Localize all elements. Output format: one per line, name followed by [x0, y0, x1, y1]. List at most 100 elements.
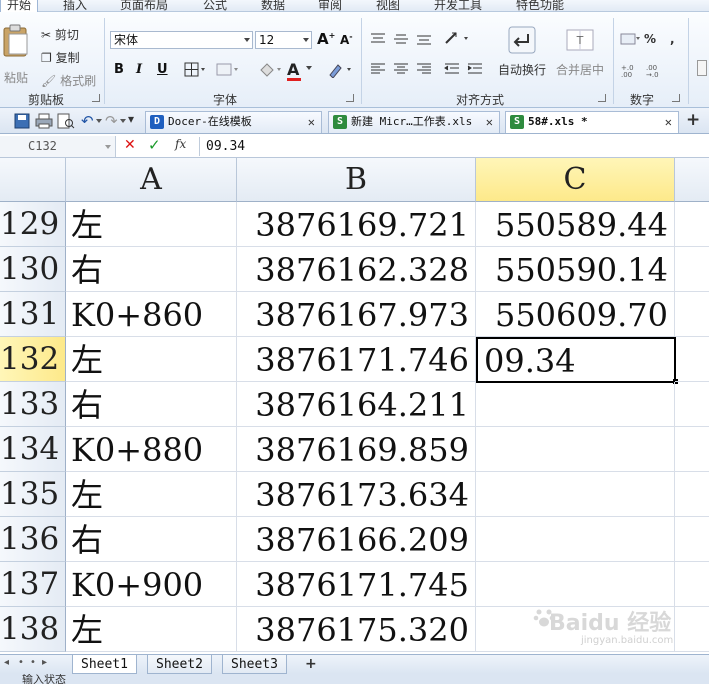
doc-tab-docer[interactable]: D Docer-在线模板 ✕ — [145, 111, 322, 133]
sheet-tab-2[interactable]: Sheet2 — [147, 655, 212, 674]
borders-button[interactable] — [184, 62, 206, 81]
align-middle-button[interactable] — [393, 32, 409, 49]
align-bottom-button[interactable] — [416, 32, 432, 49]
close-icon[interactable]: ✕ — [308, 112, 315, 132]
row-header[interactable]: 132 — [0, 337, 66, 382]
row-header[interactable]: 133 — [0, 382, 66, 427]
copy-button[interactable]: ❐ 复制 — [41, 49, 80, 66]
cell-a[interactable]: 左 — [66, 202, 237, 247]
cell-a[interactable]: 右 — [66, 247, 237, 292]
tab-developer[interactable]: 开发工具 — [434, 0, 482, 12]
new-tab-icon[interactable]: + — [686, 110, 700, 130]
column-header-b[interactable]: B — [237, 158, 476, 202]
cell-d[interactable] — [675, 292, 709, 337]
row-header[interactable]: 134 — [0, 427, 66, 472]
tab-formulas[interactable]: 公式 — [203, 0, 227, 12]
cell-c[interactable]: 550590.14 — [476, 247, 675, 292]
cell-d[interactable] — [675, 427, 709, 472]
percent-button[interactable]: % — [644, 32, 656, 46]
fill-color-button[interactable] — [257, 61, 283, 82]
name-box[interactable]: C132 — [0, 136, 116, 157]
cell-a[interactable]: 右 — [66, 517, 237, 562]
font-size-select[interactable]: 12 — [255, 31, 312, 49]
cell-c[interactable] — [476, 562, 675, 607]
align-left-button[interactable] — [370, 62, 386, 79]
customize-toolbar-icon[interactable]: ▾ — [128, 112, 134, 126]
sheet-tab-1[interactable]: Sheet1 — [72, 655, 137, 674]
currency-button[interactable] — [620, 32, 640, 49]
active-cell-c[interactable]: 09.34 — [476, 337, 676, 383]
special-font-button[interactable] — [327, 62, 355, 81]
cell-c[interactable] — [476, 472, 675, 517]
font-name-select[interactable]: 宋体 — [110, 31, 253, 49]
increase-indent-button[interactable] — [467, 62, 483, 79]
tab-page-layout[interactable]: 页面布局 — [120, 0, 168, 12]
cell-d[interactable] — [675, 472, 709, 517]
last-sheet-icon[interactable]: ▸ — [42, 657, 47, 668]
cell-d[interactable] — [675, 562, 709, 607]
cell-b[interactable]: 3876173.634 — [237, 472, 476, 517]
cell-b[interactable]: 3876166.209 — [237, 517, 476, 562]
increase-decimal-button[interactable]: +.0.00 — [620, 62, 640, 81]
column-header-c[interactable]: C — [476, 158, 675, 202]
cell-b[interactable]: 3876171.745 — [237, 562, 476, 607]
close-icon[interactable]: ✕ — [486, 112, 493, 132]
cell-b[interactable]: 3876167.973 — [237, 292, 476, 337]
align-right-button[interactable] — [416, 62, 432, 79]
redo-icon[interactable]: ↷ — [105, 112, 118, 130]
italic-button[interactable]: I — [136, 62, 142, 77]
sheet-tab-3[interactable]: Sheet3 — [222, 655, 287, 674]
cell-a[interactable]: 左 — [66, 337, 237, 382]
row-header[interactable]: 130 — [0, 247, 66, 292]
chevron-down-icon[interactable] — [120, 119, 126, 123]
cell-d[interactable] — [675, 382, 709, 427]
row-header[interactable]: 135 — [0, 472, 66, 517]
wrap-text-button[interactable]: 自动换行 — [496, 26, 548, 78]
ribbon-more-icon[interactable] — [697, 60, 707, 76]
cell-c[interactable]: 550609.70 — [476, 292, 675, 337]
cell-d[interactable] — [675, 517, 709, 562]
column-header-d[interactable] — [675, 158, 709, 202]
cell-a[interactable]: 左 — [66, 607, 237, 652]
cell-d[interactable] — [675, 337, 709, 382]
cell-b[interactable]: 3876164.211 — [237, 382, 476, 427]
print-icon[interactable] — [35, 113, 53, 132]
cell-a[interactable]: 右 — [66, 382, 237, 427]
merge-style-button[interactable] — [215, 62, 239, 81]
row-header[interactable]: 138 — [0, 607, 66, 652]
cancel-edit-icon[interactable]: ✕ — [124, 137, 136, 153]
row-header[interactable]: 136 — [0, 517, 66, 562]
cell-b[interactable]: 3876162.328 — [237, 247, 476, 292]
cell-c[interactable] — [476, 427, 675, 472]
cell-b[interactable]: 3876169.859 — [237, 427, 476, 472]
undo-icon[interactable]: ↶ — [81, 112, 94, 130]
cell-b[interactable]: 3876169.721 — [237, 202, 476, 247]
cut-button[interactable]: ✂ 剪切 — [41, 26, 79, 43]
row-header[interactable]: 129 — [0, 202, 66, 247]
tab-data[interactable]: 数据 — [261, 0, 285, 12]
underline-button[interactable]: U — [157, 62, 168, 77]
paste-button[interactable]: 粘贴 — [0, 24, 32, 86]
next-sheet-icon[interactable]: • — [30, 657, 36, 668]
cell-d[interactable] — [675, 202, 709, 247]
tab-review[interactable]: 审阅 — [318, 0, 342, 12]
cell-a[interactable]: 左 — [66, 472, 237, 517]
text-direction-button[interactable] — [444, 30, 472, 49]
merge-center-button[interactable]: T 合并居中 — [553, 26, 607, 78]
save-icon[interactable] — [14, 113, 30, 132]
cell-d[interactable] — [675, 247, 709, 292]
number-launcher-icon[interactable] — [672, 94, 680, 102]
formula-input[interactable]: 09.34 — [206, 137, 245, 156]
row-header[interactable]: 131 — [0, 292, 66, 337]
chevron-down-icon[interactable] — [96, 119, 102, 123]
bold-button[interactable]: B — [114, 62, 124, 77]
prev-sheet-icon[interactable]: • — [18, 657, 24, 668]
tab-home[interactable]: 开始 — [0, 0, 39, 12]
insert-function-button[interactable]: fx — [175, 137, 186, 151]
font-color-button[interactable]: A — [287, 60, 312, 81]
font-launcher-icon[interactable] — [346, 94, 354, 102]
add-sheet-button[interactable]: + — [305, 656, 317, 672]
alignment-launcher-icon[interactable] — [598, 94, 606, 102]
cell-c[interactable]: 550589.44 — [476, 202, 675, 247]
cell-c[interactable] — [476, 382, 675, 427]
